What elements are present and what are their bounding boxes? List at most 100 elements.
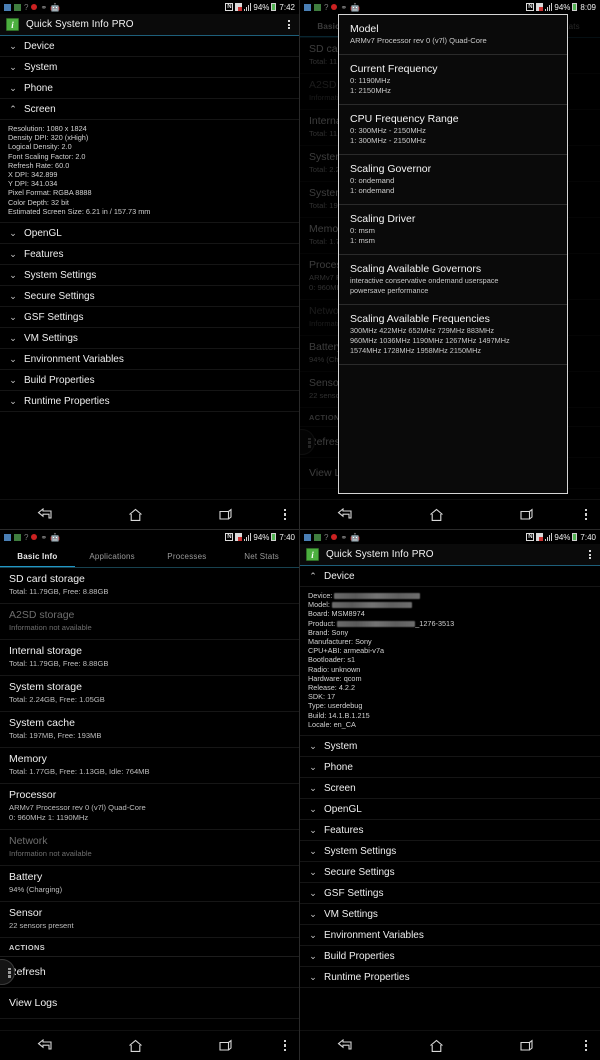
sidebar-item-screen[interactable]: ⌃ Screen [0, 99, 299, 120]
list-item[interactable]: System storage Total: 2.24GB, Free: 1.05… [0, 676, 299, 712]
detail-label: Type: [308, 701, 326, 711]
app-title: Quick System Info PRO [326, 549, 434, 560]
sidebar-item-device[interactable]: ⌃ Device [300, 566, 600, 587]
list-item[interactable]: System cache Total: 197MB, Free: 193MB [0, 712, 299, 748]
dialog-block-cpu-frequency-range: CPU Frequency Range 0: 300MHz - 2150MHz … [339, 105, 567, 155]
recents-button[interactable] [481, 508, 572, 521]
home-button[interactable] [90, 508, 180, 522]
dialog-block-model: Model ARMv7 Processor rev 0 (v7l) Quad-C… [339, 15, 567, 55]
battery-percent: 94% [253, 532, 270, 542]
chevron-down-icon: ⌄ [309, 971, 317, 982]
detail-label: SDK: [308, 692, 326, 702]
view-logs-button[interactable]: View Logs [0, 988, 299, 1019]
list-item[interactable]: Battery 94% (Charging) [0, 866, 299, 902]
overflow-menu-icon[interactable] [271, 508, 299, 521]
recents-button[interactable] [481, 1039, 572, 1052]
signal-icon [244, 533, 252, 541]
battery-icon [572, 533, 578, 541]
signal-icon [545, 533, 553, 541]
list-item[interactable]: Sensor 22 sensors present [0, 902, 299, 938]
sidebar-item-opengl[interactable]: ⌄ OpenGL [0, 223, 299, 245]
sidebar-item-secure-settings[interactable]: ⌄ Secure Settings [300, 862, 600, 884]
sidebar-item-features[interactable]: ⌄ Features [0, 244, 299, 266]
item-subtitle: Total: 2.24GB, Free: 1.05GB [9, 695, 105, 704]
tab-processes[interactable]: Processes [150, 544, 225, 568]
back-button[interactable] [300, 508, 391, 521]
sidebar-item-runtime-properties[interactable]: ⌄ Runtime Properties [300, 967, 600, 989]
back-button[interactable] [0, 1039, 90, 1052]
sidebar-item-system-settings[interactable]: ⌄ System Settings [300, 841, 600, 863]
refresh-button[interactable]: Refresh [0, 957, 299, 988]
sidebar-item-system-settings[interactable]: ⌄ System Settings [0, 265, 299, 287]
sidebar-item-secure-settings[interactable]: ⌄ Secure Settings [0, 286, 299, 308]
sidebar-item-screen[interactable]: ⌄ Screen [300, 778, 600, 800]
sd-card-icon [304, 3, 311, 11]
dialog-block-line: 1: msm [350, 236, 375, 245]
back-button[interactable] [300, 1039, 391, 1052]
navigation-bar [300, 499, 600, 529]
list-item[interactable]: Processor ARMv7 Processor rev 0 (v7l) Qu… [0, 784, 299, 830]
list-item[interactable]: A2SD storage Information not available [0, 604, 299, 640]
detail-value: s1 [347, 655, 356, 665]
detail-line: Brand: Sony [308, 628, 592, 637]
home-button[interactable] [391, 508, 482, 522]
back-button[interactable] [0, 508, 90, 521]
chevron-down-icon: ⌄ [309, 845, 317, 856]
android-icon: 🤖 [350, 532, 361, 542]
sidebar-item-runtime-properties[interactable]: ⌄ Runtime Properties [0, 391, 299, 413]
overflow-menu-icon[interactable] [586, 550, 594, 559]
recents-button[interactable] [181, 1039, 271, 1052]
sidebar-item-build-properties[interactable]: ⌄ Build Properties [300, 946, 600, 968]
section-label: GSF Settings [324, 887, 384, 899]
sidebar-item-gsf-settings[interactable]: ⌄ GSF Settings [0, 307, 299, 329]
overflow-menu-icon[interactable] [572, 1039, 600, 1052]
dialog-block-scaling-available-frequencies: Scaling Available Frequencies 300MHz 422… [339, 305, 567, 365]
tab-basic-info[interactable]: Basic Info [0, 544, 75, 568]
chevron-down-icon: ⌄ [9, 248, 17, 259]
help-icon: ? [24, 2, 29, 12]
action-bar: i Quick System Info PRO [300, 544, 600, 566]
item-title: SD card storage [9, 573, 85, 585]
list-item[interactable]: Memory Total: 1.77GB, Free: 1.13GB, Idle… [0, 748, 299, 784]
chevron-up-icon: ⌃ [309, 570, 317, 581]
home-button[interactable] [391, 1039, 482, 1053]
sidebar-item-phone[interactable]: ⌄ Phone [300, 757, 600, 779]
item-subtitle: 22 sensors present [9, 921, 74, 930]
dialog-block-line: 300MHz 422MHz 652MHz 729MHz 883MHz [350, 326, 494, 335]
sidebar-item-opengl[interactable]: ⌄ OpenGL [300, 799, 600, 821]
sidebar-item-phone[interactable]: ⌄ Phone [0, 78, 299, 99]
sidebar-item-vm-settings[interactable]: ⌄ VM Settings [0, 328, 299, 350]
sidebar-item-device[interactable]: ⌄ Device [0, 36, 299, 57]
tab-net-stats[interactable]: Net Stats [224, 544, 299, 568]
dialog-block-title: Scaling Driver [350, 213, 416, 225]
back-icon [337, 508, 352, 519]
sidebar-item-features[interactable]: ⌄ Features [300, 820, 600, 842]
sidebar-item-environment-variables[interactable]: ⌄ Environment Variables [300, 925, 600, 947]
actions-caption: ACTIONS [0, 938, 299, 957]
section-label: Screen [324, 782, 356, 794]
sidebar-item-environment-variables[interactable]: ⌄ Environment Variables [0, 349, 299, 371]
home-button[interactable] [90, 1039, 180, 1053]
sidebar-item-vm-settings[interactable]: ⌄ VM Settings [300, 904, 600, 926]
section-label: Secure Settings [24, 290, 95, 302]
detail-line: Hardware: qcom [308, 674, 592, 683]
item-title: Processor [9, 789, 57, 801]
recents-icon [520, 1039, 533, 1051]
sidebar-item-gsf-settings[interactable]: ⌄ GSF Settings [300, 883, 600, 905]
battery-icon [271, 533, 277, 541]
overflow-menu-icon[interactable] [271, 1039, 299, 1052]
list-item[interactable]: SD card storage Total: 11.79GB, Free: 8.… [0, 568, 299, 604]
sidebar-item-system[interactable]: ⌄ System [0, 57, 299, 78]
sidebar-item-build-properties[interactable]: ⌄ Build Properties [0, 370, 299, 392]
overflow-menu-icon[interactable] [285, 20, 293, 29]
tab-applications[interactable]: Applications [75, 544, 150, 568]
recents-button[interactable] [181, 508, 271, 521]
panel-sections-screen-expanded: ? ⚭ 🤖 N 94% 7:42 i Quick System Info PRO… [0, 0, 300, 530]
overflow-menu-icon[interactable] [572, 508, 600, 521]
list-item[interactable]: Internal storage Total: 11.79GB, Free: 8… [0, 640, 299, 676]
section-label: Runtime Properties [24, 395, 110, 407]
list-item[interactable]: Network Information not available [0, 830, 299, 866]
item-subtitle: Total: 197MB, Free: 193MB [9, 731, 102, 740]
status-bar-right-icons: N 94% 7:42 [225, 3, 295, 12]
sidebar-item-system[interactable]: ⌄ System [300, 736, 600, 758]
